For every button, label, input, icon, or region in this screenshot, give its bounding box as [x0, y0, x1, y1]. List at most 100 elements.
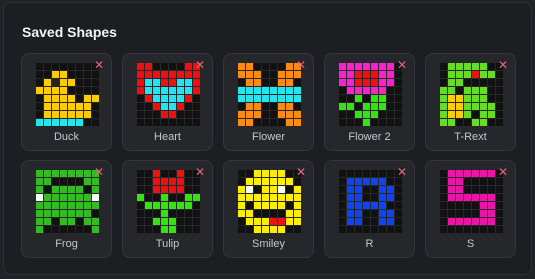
pixel-cell	[440, 103, 447, 110]
delete-shape-icon[interactable]: ✕	[396, 59, 408, 71]
pixel-cell	[137, 79, 144, 86]
delete-shape-icon[interactable]: ✕	[194, 59, 206, 71]
pixel-cell	[286, 103, 293, 110]
pixel-cell	[169, 186, 176, 193]
pixel-cell	[169, 79, 176, 86]
pixel-cell	[496, 226, 503, 233]
pixel-cell	[185, 71, 192, 78]
pixel-cell	[193, 202, 200, 209]
pixel-cell	[246, 119, 253, 126]
pixel-cell	[448, 202, 455, 209]
pixel-cell	[238, 226, 245, 233]
delete-shape-icon[interactable]: ✕	[93, 59, 105, 71]
pixel-cell	[339, 111, 346, 118]
pixel-cell	[254, 178, 261, 185]
pixel-cell	[169, 95, 176, 102]
pixel-cell	[395, 79, 402, 86]
pixel-cell	[347, 63, 354, 70]
delete-shape-icon[interactable]: ✕	[396, 166, 408, 178]
pixel-cell	[294, 79, 301, 86]
pixel-cell	[270, 210, 277, 217]
pixel-cell	[185, 170, 192, 177]
pixel-cell	[238, 202, 245, 209]
pixel-cell	[379, 103, 386, 110]
shape-card-duck[interactable]: ✕ Duck	[21, 53, 112, 151]
shape-card-s[interactable]: ✕ S	[425, 160, 516, 258]
pixel-cell	[153, 95, 160, 102]
delete-shape-icon[interactable]: ✕	[295, 166, 307, 178]
pixel-cell	[169, 210, 176, 217]
pixel-cell	[480, 119, 487, 126]
pixel-cell	[355, 103, 362, 110]
pixel-cell	[36, 186, 43, 193]
pixel-cell	[440, 79, 447, 86]
delete-shape-icon[interactable]: ✕	[194, 166, 206, 178]
pixel-cell	[254, 79, 261, 86]
pixel-cell	[153, 170, 160, 177]
pixel-cell	[464, 103, 471, 110]
pixel-cell	[387, 71, 394, 78]
pixel-cell	[480, 111, 487, 118]
pixel-cell	[278, 202, 285, 209]
shape-card-t-rext[interactable]: ✕ T-Rext	[425, 53, 516, 151]
shape-label: Flower 2	[348, 131, 391, 143]
shape-card-heart[interactable]: ✕ Heart	[122, 53, 213, 151]
pixel-cell	[68, 103, 75, 110]
pixel-cell	[286, 71, 293, 78]
pixel-cell	[44, 103, 51, 110]
delete-shape-icon[interactable]: ✕	[93, 166, 105, 178]
pixel-cell	[387, 226, 394, 233]
delete-shape-icon[interactable]: ✕	[295, 59, 307, 71]
pixel-cell	[347, 79, 354, 86]
pixel-cell	[185, 119, 192, 126]
shape-card-flower-2[interactable]: ✕ Flower 2	[324, 53, 415, 151]
pixel-cell	[254, 194, 261, 201]
shape-card-flower[interactable]: ✕ Flower	[223, 53, 314, 151]
delete-shape-icon[interactable]: ✕	[497, 59, 509, 71]
pixel-cell	[145, 103, 152, 110]
shape-thumbnail	[36, 63, 99, 126]
pixel-cell	[395, 111, 402, 118]
shape-card-tulip[interactable]: ✕ Tulip	[122, 160, 213, 258]
pixel-cell	[488, 218, 495, 225]
pixel-cell	[145, 119, 152, 126]
pixel-cell	[456, 79, 463, 86]
pixel-cell	[76, 111, 83, 118]
pixel-cell	[246, 103, 253, 110]
pixel-cell	[238, 210, 245, 217]
shape-card-r[interactable]: ✕ R	[324, 160, 415, 258]
pixel-cell	[278, 194, 285, 201]
pixel-cell	[36, 71, 43, 78]
shape-card-smiley[interactable]: ✕ Smiley	[223, 160, 314, 258]
pixel-cell	[44, 63, 51, 70]
pixel-cell	[68, 202, 75, 209]
pixel-cell	[464, 226, 471, 233]
pixel-cell	[371, 202, 378, 209]
pixel-cell	[76, 87, 83, 94]
pixel-cell	[185, 218, 192, 225]
pixel-cell	[169, 103, 176, 110]
pixel-cell	[339, 202, 346, 209]
shape-card-frog[interactable]: ✕ Frog	[21, 160, 112, 258]
pixel-cell	[472, 103, 479, 110]
pixel-cell	[92, 95, 99, 102]
delete-shape-icon[interactable]: ✕	[497, 166, 509, 178]
pixel-cell	[153, 194, 160, 201]
pixel-cell	[36, 218, 43, 225]
pixel-cell	[270, 186, 277, 193]
pixel-cell	[347, 218, 354, 225]
shape-thumbnail	[440, 170, 503, 233]
pixel-cell	[76, 119, 83, 126]
pixel-cell	[278, 87, 285, 94]
pixel-cell	[387, 210, 394, 217]
pixel-cell	[145, 186, 152, 193]
pixel-cell	[456, 103, 463, 110]
pixel-cell	[294, 202, 301, 209]
pixel-cell	[76, 202, 83, 209]
pixel-cell	[68, 63, 75, 70]
pixel-cell	[36, 95, 43, 102]
pixel-cell	[60, 186, 67, 193]
pixel-cell	[169, 218, 176, 225]
pixel-cell	[387, 95, 394, 102]
pixel-cell	[153, 202, 160, 209]
